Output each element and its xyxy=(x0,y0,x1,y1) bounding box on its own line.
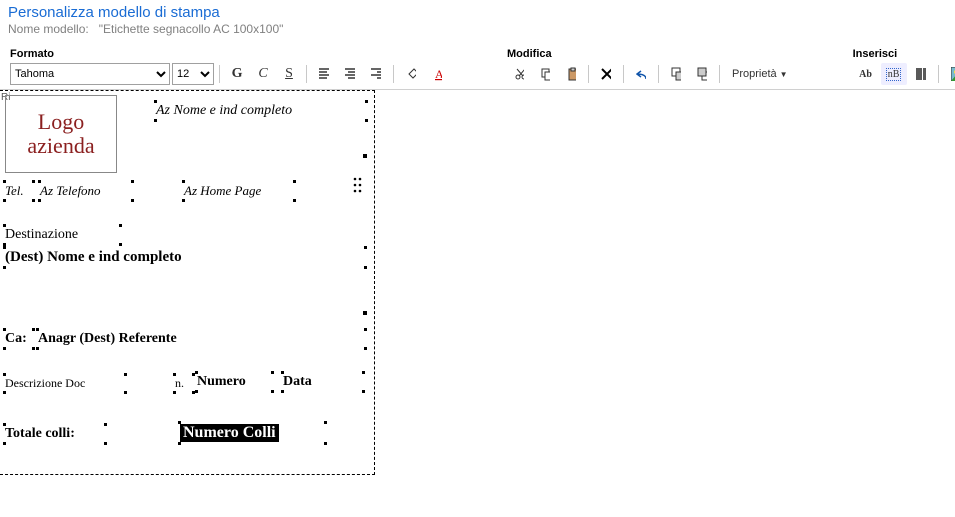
separator xyxy=(658,65,659,83)
scissors-icon xyxy=(514,67,524,81)
fill-color-button[interactable] xyxy=(399,63,423,85)
field-doc-desc[interactable]: Descrizione Doc xyxy=(5,376,125,391)
insert-image-button[interactable] xyxy=(944,63,955,85)
separator xyxy=(588,65,589,83)
font-color-icon: A xyxy=(432,67,442,81)
send-back-icon xyxy=(697,67,707,81)
separator xyxy=(393,65,394,83)
insert-barcode-button[interactable] xyxy=(909,63,933,85)
toolbar: Formato Tahoma 12 G C S xyxy=(0,44,955,90)
toolbar-section-insert: Inserisci Ab nB Altro ▼ xyxy=(849,48,955,85)
page-title: Personalizza modello di stampa xyxy=(8,4,947,21)
image-icon xyxy=(951,67,955,81)
properties-label: Proprietà xyxy=(732,68,777,80)
delete-button[interactable] xyxy=(594,63,618,85)
font-size-select[interactable]: 12 xyxy=(172,63,214,85)
toolbar-section-format: Formato Tahoma 12 G C S xyxy=(6,48,453,85)
align-center-button[interactable] xyxy=(338,63,362,85)
label-template: Ri Logo azienda Az Nome e ind completo T… xyxy=(0,90,375,475)
separator xyxy=(623,65,624,83)
field-ca-value[interactable]: Anagr (Dest) Referente xyxy=(38,331,365,347)
field-ca-label[interactable]: Ca: xyxy=(5,331,33,347)
paste-button[interactable] xyxy=(559,63,583,85)
field-date[interactable]: Data xyxy=(283,374,363,390)
field-dots[interactable] xyxy=(353,177,363,198)
edit-label: Modifica xyxy=(507,48,795,60)
insert-field-button[interactable]: nB xyxy=(881,63,907,85)
align-right-icon xyxy=(371,68,381,80)
cut-button[interactable] xyxy=(507,63,531,85)
field-number[interactable]: Numero xyxy=(197,374,272,390)
field-num-prefix[interactable]: n. xyxy=(175,376,193,391)
model-name-label: Nome modello: xyxy=(8,22,89,36)
italic-button[interactable]: C xyxy=(251,63,275,85)
align-left-icon xyxy=(319,68,329,80)
header: Personalizza modello di stampa Nome mode… xyxy=(0,0,955,44)
svg-text:A: A xyxy=(435,67,442,81)
bring-front-icon xyxy=(671,67,681,81)
copy-button[interactable] xyxy=(533,63,557,85)
font-family-select[interactable]: Tahoma xyxy=(10,63,170,85)
drag-dots-icon xyxy=(353,177,363,195)
model-name-value: "Etichette segnacollo AC 100x100" xyxy=(99,22,284,36)
field-homepage[interactable]: Az Home Page xyxy=(184,183,294,199)
underline-button[interactable]: S xyxy=(277,63,301,85)
separator xyxy=(719,65,720,83)
copy-icon xyxy=(540,67,550,81)
undo-icon xyxy=(636,68,646,80)
align-left-button[interactable] xyxy=(312,63,336,85)
logo-text: Logo azienda xyxy=(6,110,116,158)
align-right-button[interactable] xyxy=(364,63,388,85)
paste-icon xyxy=(566,67,576,81)
separator xyxy=(306,65,307,83)
bring-front-button[interactable] xyxy=(664,63,688,85)
insert-label: Inserisci xyxy=(853,48,955,60)
undo-button[interactable] xyxy=(629,63,653,85)
properties-button[interactable]: Proprietà ▼ xyxy=(725,63,795,85)
delete-icon xyxy=(601,68,611,80)
field-logo[interactable]: Logo azienda xyxy=(5,95,117,173)
barcode-icon xyxy=(916,67,926,81)
separator xyxy=(938,65,939,83)
field-dest-name[interactable]: (Dest) Nome e ind completo xyxy=(5,249,365,266)
bucket-icon xyxy=(406,67,416,81)
insert-text-button[interactable]: Ab xyxy=(853,63,879,85)
field-tel-label[interactable]: Tel. xyxy=(5,183,33,199)
font-color-button[interactable]: A xyxy=(425,63,449,85)
field-dest-label[interactable]: Destinazione xyxy=(5,227,120,243)
resize-handle[interactable] xyxy=(363,154,367,158)
field-tel-value[interactable]: Az Telefono xyxy=(40,183,132,199)
chevron-down-icon: ▼ xyxy=(780,70,788,79)
field-total-label[interactable]: Totale colli: xyxy=(5,426,105,442)
format-label: Formato xyxy=(10,48,449,60)
field-company-name[interactable]: Az Nome e ind completo xyxy=(156,103,366,119)
page-subtitle: Nome modello: "Etichette segnacollo AC 1… xyxy=(8,22,947,36)
separator xyxy=(219,65,220,83)
bold-button[interactable]: G xyxy=(225,63,249,85)
field-total-value[interactable]: Numero Colli xyxy=(180,424,325,442)
resize-handle[interactable] xyxy=(363,311,367,315)
toolbar-section-edit: Modifica xyxy=(503,48,799,85)
send-back-button[interactable] xyxy=(690,63,714,85)
align-center-icon xyxy=(345,68,355,80)
